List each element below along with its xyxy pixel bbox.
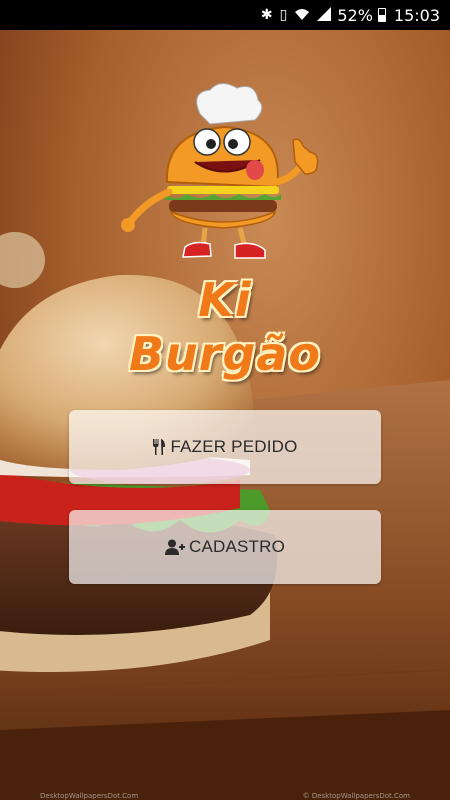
battery-icon bbox=[377, 8, 386, 22]
order-button-label: FAZER PEDIDO bbox=[170, 437, 298, 456]
signal-icon bbox=[317, 6, 332, 24]
brand-name: Ki Burgão bbox=[128, 273, 322, 381]
register-button[interactable]: CADASTRO bbox=[69, 510, 381, 584]
utensils-icon bbox=[152, 439, 166, 455]
register-button-label: CADASTRO bbox=[188, 537, 286, 556]
battery-percent: 52% bbox=[337, 5, 373, 25]
watermark-left: DesktopWallpapersDot.Com bbox=[40, 792, 139, 800]
vibrate-icon: ▯ bbox=[279, 7, 288, 23]
user-plus-icon bbox=[164, 539, 185, 555]
status-clock: 15:03 bbox=[393, 5, 440, 25]
status-bar: ✱ ▯ 52% 15:03 bbox=[0, 0, 450, 30]
bluetooth-icon: ✱ bbox=[260, 7, 273, 23]
watermark-right: © DesktopWallpapersDot.Com bbox=[302, 792, 410, 800]
order-button[interactable]: FAZER PEDIDO bbox=[69, 410, 381, 484]
wifi-icon bbox=[294, 7, 310, 24]
wallpaper-watermark: DesktopWallpapersDot.Com © DesktopWallpa… bbox=[0, 792, 450, 800]
